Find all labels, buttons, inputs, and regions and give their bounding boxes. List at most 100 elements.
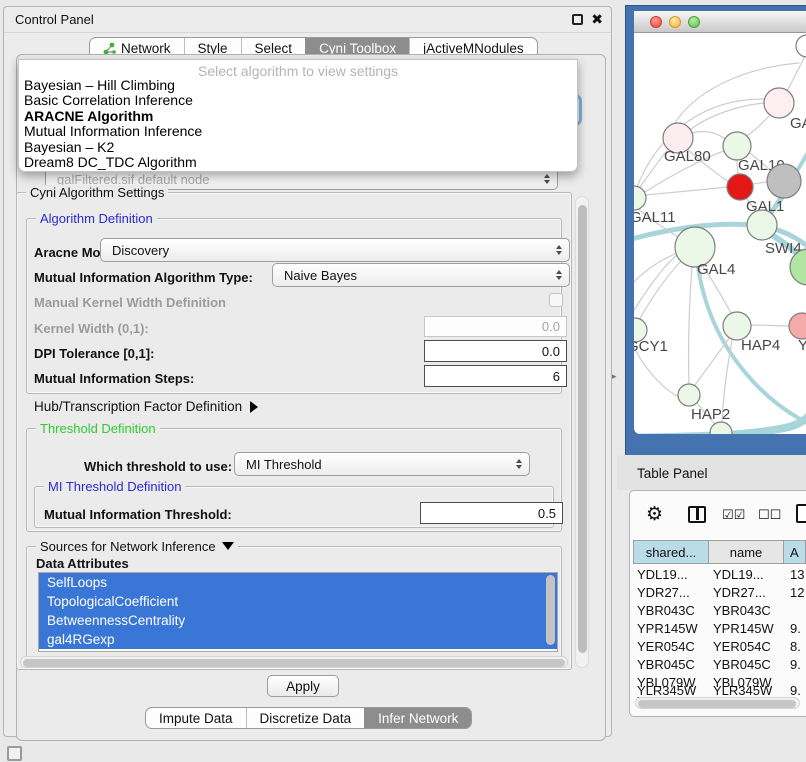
control-panel-titlebar: Control Panel ✖ <box>4 7 611 33</box>
select-all-icon[interactable]: ☑☑ <box>722 508 745 523</box>
cell[interactable]: YDR27... <box>713 585 766 600</box>
network-node[interactable] <box>747 210 777 240</box>
zoom-traffic-light-icon[interactable] <box>688 16 700 28</box>
algorithm-option[interactable]: Bayesian – Hill Climbing <box>19 78 577 93</box>
network-node[interactable] <box>634 186 646 210</box>
attribute-item[interactable]: TopologicalCoefficient <box>39 592 557 611</box>
which-threshold-combo[interactable]: MI Threshold <box>234 452 530 476</box>
hub-definition-toggle[interactable]: Hub/Transcription Factor Definition <box>34 399 258 414</box>
tab-label: Infer Network <box>378 711 458 726</box>
cell[interactable]: YBR043C <box>713 603 771 618</box>
mi-algorithm-type-combo[interactable]: Naive Bayes <box>272 263 570 287</box>
tab-infer-network[interactable]: Infer Network <box>364 708 471 728</box>
cell[interactable]: 13 <box>790 567 804 582</box>
spinner-icon <box>537 169 557 189</box>
manual-kernel-width-label: Manual Kernel Width Definition <box>34 295 226 310</box>
columns-icon[interactable] <box>688 506 706 523</box>
mi-steps-label: Mutual Information Steps: <box>34 371 194 386</box>
cell[interactable]: YPR145W <box>713 621 774 636</box>
combo-value: Discovery <box>101 243 169 258</box>
hub-definition-label: Hub/Transcription Factor Definition <box>34 399 242 414</box>
kernel-width-field[interactable]: 0.0 <box>424 316 567 337</box>
column-header-shared-name[interactable]: shared... <box>633 540 709 564</box>
tab-impute-data[interactable]: Impute Data <box>146 708 246 728</box>
cell[interactable]: YDL19... <box>713 567 764 582</box>
attribute-item[interactable]: SelfLoops <box>39 573 557 592</box>
cell[interactable]: YPR145W <box>637 621 698 636</box>
cell[interactable]: YDR27... <box>637 585 690 600</box>
network-canvas[interactable]: GALGAL80GAL10GAL1GAL11SWI4GAL4GCY1HAP4YH… <box>634 33 806 434</box>
node-label: GAL4 <box>697 261 735 278</box>
aracne-mode-combo[interactable]: Discovery <box>100 238 570 262</box>
panel-divider-arrow-icon[interactable]: ▸ <box>612 371 617 382</box>
network-node[interactable] <box>764 88 794 118</box>
mi-threshold-field[interactable]: 0.5 <box>420 502 563 524</box>
gear-icon[interactable]: ⚙ <box>646 503 663 526</box>
column-header-partial[interactable]: A <box>784 540 806 564</box>
tab-label: Impute Data <box>159 711 233 726</box>
cell[interactable]: YER054C <box>713 639 771 654</box>
which-threshold-label: Which threshold to use: <box>84 459 232 474</box>
group-title: MI Threshold Definition <box>44 479 185 494</box>
cell[interactable]: 12 <box>790 585 804 600</box>
algorithm-option[interactable]: Basic Correlation Inference <box>19 93 577 108</box>
settings-hscrollbar[interactable] <box>20 656 568 668</box>
expanded-arrow-icon <box>222 542 234 550</box>
node-label: GAL11 <box>634 209 676 226</box>
panel-title: Control Panel <box>15 12 94 27</box>
network-node[interactable] <box>678 384 700 406</box>
network-node[interactable] <box>789 313 806 339</box>
algorithm-option-selected[interactable]: ARACNE Algorithm <box>19 109 577 124</box>
deselect-all-icon[interactable]: ☐☐ <box>758 508 781 523</box>
field-value: 0.5 <box>538 506 556 521</box>
algorithm-dropdown-popup: Select algorithm to view settings Bayesi… <box>18 59 578 172</box>
column-header-name[interactable]: name <box>709 540 784 564</box>
network-node[interactable] <box>723 312 751 340</box>
cell[interactable]: 9. <box>790 657 801 672</box>
network-node[interactable] <box>723 132 751 160</box>
data-attributes-list[interactable]: SelfLoops TopologicalCoefficient Between… <box>38 572 558 652</box>
settings-vscrollbar[interactable] <box>575 196 589 668</box>
network-node[interactable] <box>710 422 732 434</box>
algorithm-option[interactable]: Bayesian – K2 <box>19 140 577 155</box>
manual-kernel-width-checkbox[interactable] <box>549 293 563 307</box>
algorithm-option[interactable]: Mutual Information Inference <box>19 124 577 139</box>
table-panel-title: Table Panel <box>637 466 708 481</box>
field-value: 0.0 <box>542 344 560 359</box>
network-window-titlebar[interactable] <box>634 11 806 33</box>
bottom-left-panel-icon[interactable] <box>7 746 22 761</box>
apply-label: Apply <box>286 679 320 694</box>
apply-button[interactable]: Apply <box>267 675 339 697</box>
network-node[interactable] <box>767 164 801 198</box>
list-scrollbar[interactable] <box>546 575 555 645</box>
network-node[interactable] <box>727 174 753 200</box>
attribute-item[interactable]: gal4RGexp <box>39 630 557 649</box>
tab-discretize-data[interactable]: Discretize Data <box>246 708 365 728</box>
table-hscrollbar[interactable] <box>635 697 800 709</box>
close-traffic-light-icon[interactable] <box>650 16 662 28</box>
network-node[interactable] <box>796 35 806 57</box>
attribute-item[interactable]: BetweennessCentrality <box>39 611 557 630</box>
float-window-icon[interactable] <box>572 14 583 25</box>
mi-steps-field[interactable]: 6 <box>424 365 567 387</box>
cyni-bottom-tabs: Impute Data Discretize Data Infer Networ… <box>145 707 472 729</box>
document-icon[interactable] <box>796 504 806 523</box>
dpi-tolerance-field[interactable]: 0.0 <box>424 340 567 362</box>
algorithm-option[interactable]: Dream8 DC_TDC Algorithm <box>19 155 577 170</box>
cell[interactable]: YBR043C <box>637 603 695 618</box>
network-graph: GALGAL80GAL10GAL1GAL11SWI4GAL4GCY1HAP4YH… <box>634 33 806 434</box>
group-title: Algorithm Definition <box>36 211 157 226</box>
node-label: GAL <box>790 115 806 132</box>
collapsed-arrow-icon <box>250 401 258 413</box>
minimize-traffic-light-icon[interactable] <box>669 16 681 28</box>
sources-toggle[interactable]: Sources for Network Inference <box>36 539 238 554</box>
cell[interactable]: 8. <box>790 639 801 654</box>
data-attributes-label: Data Attributes <box>36 556 129 571</box>
cell[interactable]: YBR045C <box>713 657 771 672</box>
close-icon[interactable]: ✖ <box>591 11 603 28</box>
algorithm-prompt: Select algorithm to view settings <box>19 60 577 78</box>
cell[interactable]: YER054C <box>637 639 695 654</box>
cell[interactable]: 9. <box>790 621 801 636</box>
cell[interactable]: YDL19... <box>637 567 688 582</box>
cell[interactable]: YBR045C <box>637 657 695 672</box>
